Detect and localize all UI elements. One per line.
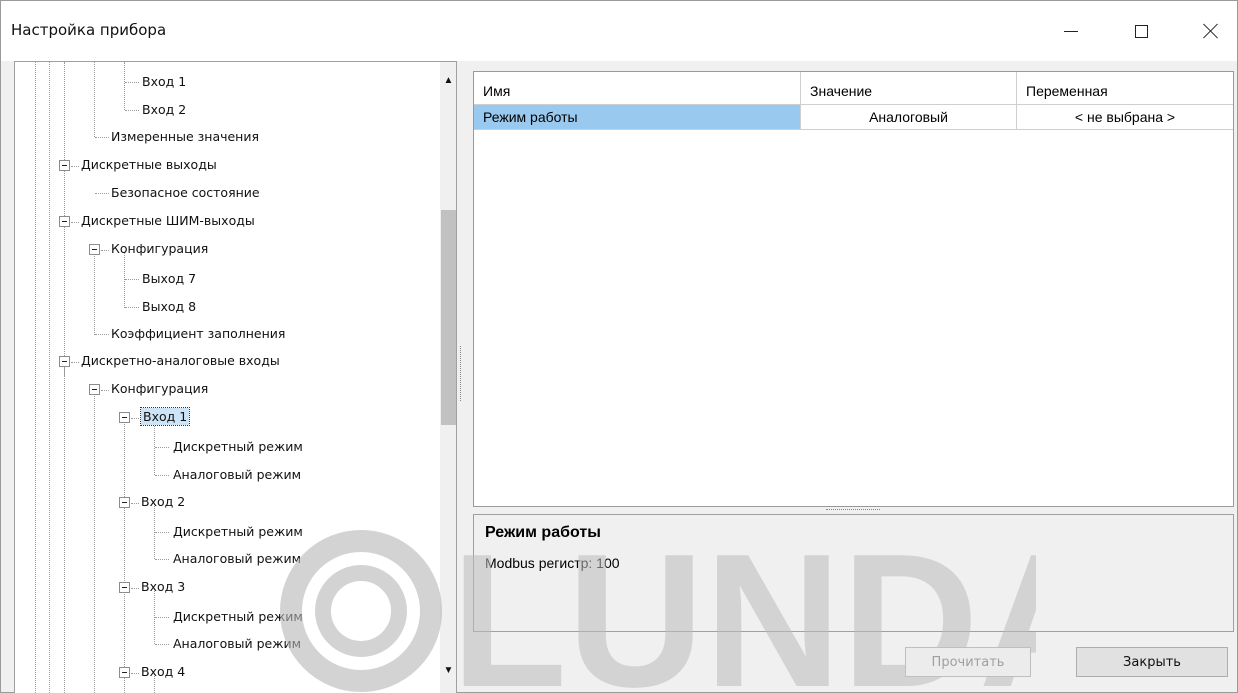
tree-connector	[125, 279, 139, 280]
tree-connector	[125, 110, 139, 111]
scroll-down-arrow-icon[interactable]: ▼	[440, 662, 456, 679]
read-button[interactable]: Прочитать	[905, 647, 1031, 677]
horizontal-splitter[interactable]	[826, 509, 880, 511]
tree-guide	[124, 420, 125, 693]
tree-connector	[131, 418, 139, 419]
tree-item[interactable]: Конфигурация	[111, 238, 208, 266]
tree-connector	[101, 390, 109, 391]
description-panel: Режим работы Modbus регистр: 100	[473, 514, 1234, 632]
tree-connector	[71, 222, 79, 223]
tree-item[interactable]: Коэффициент заполнения	[111, 323, 285, 351]
cell-name[interactable]: Режим работы	[474, 105, 801, 130]
tree-item[interactable]: Безопасное состояние	[111, 182, 260, 210]
close-icon	[1203, 23, 1219, 39]
tree-connector	[101, 250, 109, 251]
tree-item[interactable]: Дискретный режим	[173, 606, 303, 634]
tree-item[interactable]: Аналоговый режим	[173, 548, 301, 576]
tree-item[interactable]: Вход 1	[142, 71, 186, 99]
maximize-button[interactable]	[1118, 13, 1164, 49]
minimize-icon	[1064, 30, 1078, 32]
tree-guide	[64, 365, 65, 693]
settings-window: Настройка прибора Вход 1 Вход 2 Измеренн…	[0, 0, 1238, 693]
collapse-icon[interactable]	[59, 216, 70, 227]
tree-item[interactable]: Дискретно-аналоговые входы	[81, 350, 280, 378]
device-tree[interactable]: Вход 1 Вход 2 Измеренные значения Дискре…	[14, 61, 457, 693]
property-grid: Имя Значение Переменная Режим работы Ана…	[473, 71, 1234, 507]
tree-item[interactable]: Вход 3	[141, 576, 185, 604]
collapse-icon[interactable]	[119, 412, 130, 423]
tree-connector	[95, 334, 109, 335]
column-header-name[interactable]: Имя	[474, 72, 801, 105]
tree-item[interactable]: Выход 7	[142, 268, 196, 296]
collapse-icon[interactable]	[119, 582, 130, 593]
tree-item[interactable]: Вход 2	[141, 491, 185, 519]
tree-item[interactable]: Аналоговый режим	[173, 464, 301, 492]
tree-connector	[155, 532, 169, 533]
cell-value[interactable]: Аналоговый	[801, 105, 1017, 130]
scroll-thumb[interactable]	[441, 210, 456, 425]
tree-guide	[64, 166, 65, 376]
tree-item[interactable]: Вход 4	[141, 661, 185, 689]
collapse-icon[interactable]	[119, 497, 130, 508]
collapse-icon[interactable]	[59, 356, 70, 367]
tree-guide	[94, 253, 95, 335]
tree-connector	[131, 673, 139, 674]
close-window-button[interactable]	[1188, 13, 1234, 49]
tree-item[interactable]: Аналоговый режим	[173, 633, 301, 661]
tree-guide	[94, 392, 95, 693]
collapse-icon[interactable]	[89, 384, 100, 395]
tree-item[interactable]: Дискретные ШИМ-выходы	[81, 210, 255, 238]
tree-connector	[125, 82, 139, 83]
table-row[interactable]: Режим работы Аналоговый < не выбрана >	[474, 105, 1233, 131]
tree-guide	[35, 62, 36, 693]
tree-connector	[131, 503, 139, 504]
tree-scrollbar[interactable]: ▲ ▼	[440, 62, 456, 693]
tree-connector	[71, 166, 79, 167]
close-button[interactable]: Закрыть	[1076, 647, 1228, 677]
tree-connector	[95, 137, 109, 138]
tree-item[interactable]: Конфигурация	[111, 378, 208, 406]
collapse-icon[interactable]	[89, 244, 100, 255]
window-title: Настройка прибора	[11, 21, 167, 39]
collapse-icon[interactable]	[59, 160, 70, 171]
tree-connector	[155, 475, 169, 476]
grid-header: Имя Значение Переменная	[474, 72, 1233, 105]
cell-variable[interactable]: < не выбрана >	[1017, 105, 1233, 130]
collapse-icon[interactable]	[119, 667, 130, 678]
tree-connector	[155, 559, 169, 560]
tree-item[interactable]: Дискретный режим	[173, 521, 303, 549]
column-header-value[interactable]: Значение	[801, 72, 1017, 105]
tree-connector	[125, 307, 139, 308]
tree-connector	[155, 617, 169, 618]
description-title: Режим работы	[485, 524, 601, 541]
title-bar: Настройка прибора	[1, 1, 1237, 61]
tree-item[interactable]: Измеренные значения	[111, 126, 259, 154]
tree-item[interactable]: Выход 8	[142, 296, 196, 324]
tree-guide	[124, 62, 125, 110]
scroll-up-arrow-icon[interactable]: ▲	[440, 72, 456, 89]
tree-item[interactable]: Вход 2	[142, 99, 186, 127]
tree-item-selected[interactable]: Вход 1	[139, 406, 191, 434]
tree-connector	[155, 644, 169, 645]
tree-connector	[95, 193, 109, 194]
tree-connector	[71, 362, 79, 363]
tree-connector	[155, 447, 169, 448]
selected-label: Вход 1	[139, 407, 191, 426]
column-header-variable[interactable]: Переменная	[1017, 72, 1233, 105]
minimize-button[interactable]	[1048, 13, 1094, 49]
tree-item[interactable]: Дискретные выходы	[81, 154, 217, 182]
tree-item[interactable]: Дискретный режим	[173, 436, 303, 464]
vertical-splitter[interactable]	[460, 346, 462, 401]
maximize-icon	[1134, 24, 1148, 38]
tree-guide	[49, 62, 50, 693]
tree-connector	[131, 588, 139, 589]
tree-guide	[94, 62, 95, 137]
description-text: Modbus регистр: 100	[485, 555, 620, 571]
